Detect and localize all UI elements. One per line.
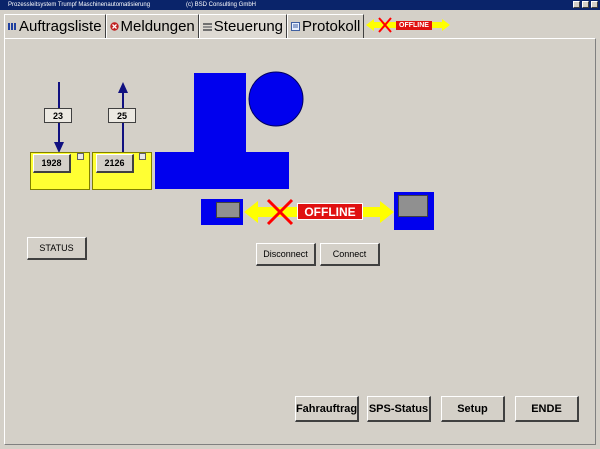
error-icon xyxy=(109,22,119,31)
tab-label: Auftragsliste xyxy=(19,18,102,35)
right-station-checkbox[interactable] xyxy=(139,153,146,160)
machine-round-part xyxy=(248,71,304,127)
remote-screen xyxy=(398,195,428,217)
tab-meldungen[interactable]: Meldungen xyxy=(105,14,199,38)
log-icon xyxy=(291,22,301,31)
disconnect-button[interactable]: Disconnect xyxy=(256,243,316,266)
maximize-button[interactable] xyxy=(582,1,589,8)
tab-protokoll[interactable]: Protokoll xyxy=(287,14,365,38)
close-button[interactable] xyxy=(591,1,598,8)
window-controls xyxy=(573,1,598,8)
control-icon xyxy=(202,23,212,31)
status-button[interactable]: STATUS xyxy=(27,237,87,260)
app-window: Prozessleitsystem Trumpf Maschinenautoma… xyxy=(0,0,600,449)
local-screen xyxy=(216,202,240,218)
left-station-checkbox[interactable] xyxy=(77,153,84,160)
minimize-button[interactable] xyxy=(573,1,580,8)
connect-button[interactable]: Connect xyxy=(320,243,380,266)
machine-base xyxy=(155,152,289,189)
setup-button[interactable]: Setup xyxy=(441,396,505,422)
left-counter: 23 xyxy=(44,108,72,123)
tab-label: Steuerung xyxy=(213,18,284,35)
header-offline-label: OFFLINE xyxy=(396,21,432,30)
left-station-value[interactable]: 1928 xyxy=(33,154,71,173)
right-station-value[interactable]: 2126 xyxy=(96,154,134,173)
window-title: Prozessleitsystem Trumpf Maschinenautoma… xyxy=(8,2,151,8)
window-copyright: (c) BSD Consulting GmbH xyxy=(186,2,257,8)
fahrauftrag-button[interactable]: Fahrauftrag xyxy=(295,396,359,422)
connection-offline-label: OFFLINE xyxy=(297,203,363,220)
tab-auftragsliste[interactable]: Auftragsliste xyxy=(4,14,106,38)
machine-column xyxy=(194,73,246,153)
tab-bar: Auftragsliste Meldungen Steuerung Protok… xyxy=(4,14,365,38)
list-icon xyxy=(8,23,16,30)
tab-label: Meldungen xyxy=(120,18,195,35)
sps-status-button[interactable]: SPS-Status xyxy=(367,396,431,422)
right-counter: 25 xyxy=(108,108,136,123)
tab-steuerung[interactable]: Steuerung xyxy=(198,14,288,38)
ende-button[interactable]: ENDE xyxy=(515,396,579,422)
title-bar: Prozessleitsystem Trumpf Maschinenautoma… xyxy=(0,0,600,10)
tab-label: Protokoll xyxy=(302,18,361,35)
